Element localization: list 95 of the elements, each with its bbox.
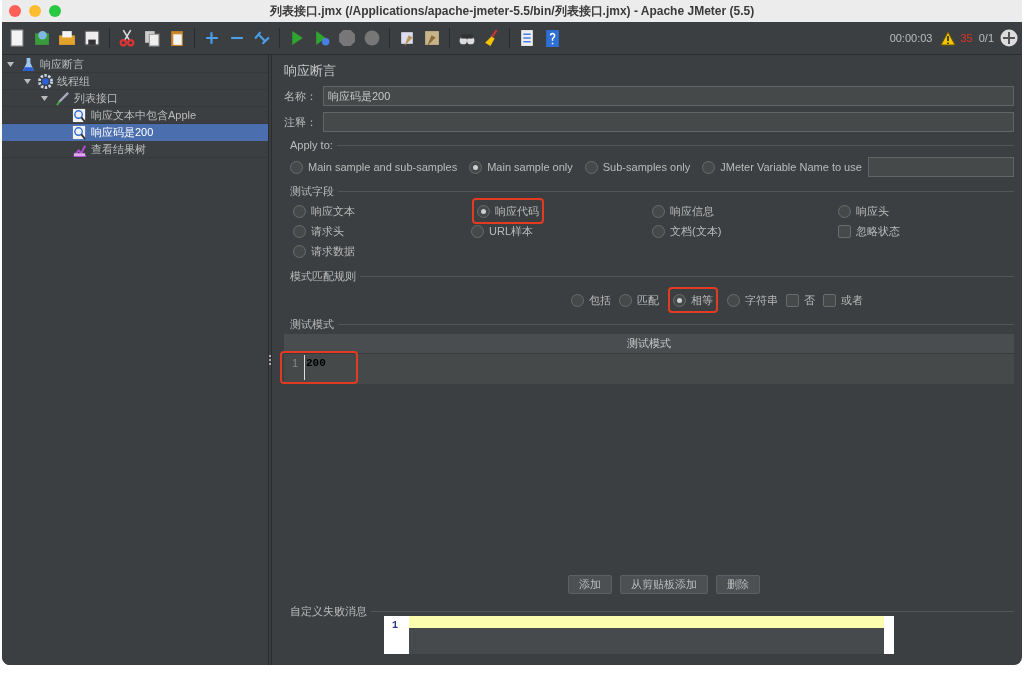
group-title: 自定义失败消息 — [290, 603, 367, 619]
group-title: Apply to: — [290, 137, 333, 153]
stop-icon[interactable] — [338, 29, 356, 47]
flask-icon — [21, 56, 36, 72]
line-number: 1 — [290, 356, 299, 371]
table-action-button[interactable]: 删除 — [716, 575, 760, 594]
option-label: 或者 — [841, 292, 863, 308]
option-label: 文档(文本) — [670, 223, 722, 239]
radio-button[interactable] — [584, 160, 598, 174]
option-label: 响应文本 — [311, 203, 355, 219]
option-label: URL样本 — [489, 223, 533, 239]
radio-button[interactable] — [652, 204, 665, 218]
variable-name-field[interactable] — [867, 157, 1014, 177]
magnifier-icon — [72, 125, 87, 140]
option-label: Main sample only — [487, 159, 573, 175]
templates-icon[interactable] — [33, 29, 51, 47]
tree-label: 响应文本中包含Apple — [91, 107, 197, 123]
option-label: JMeter Variable Name to use — [720, 159, 862, 175]
option-label: 响应信息 — [670, 203, 714, 219]
help-icon[interactable] — [543, 29, 561, 47]
radio-button[interactable] — [727, 293, 740, 307]
tree-item[interactable]: 列表接口 — [2, 90, 268, 107]
group-title: 测试字段 — [290, 183, 334, 199]
option-label: 响应代码 — [495, 203, 539, 219]
play-no-pause-icon[interactable] — [313, 29, 331, 47]
remote-status-icon[interactable] — [1000, 29, 1018, 47]
radio-button[interactable] — [471, 224, 484, 238]
warning-icon[interactable] — [940, 30, 957, 46]
copy-icon[interactable] — [143, 29, 161, 47]
table-action-button[interactable]: 添加 — [568, 575, 612, 594]
tree-label: 线程组 — [57, 73, 90, 89]
radio-button[interactable] — [477, 204, 490, 218]
tree-label: 列表接口 — [74, 90, 118, 106]
checkbox[interactable] — [838, 224, 851, 238]
clear-icon[interactable] — [398, 29, 416, 47]
option-label: 请求头 — [311, 223, 344, 239]
plus-icon[interactable] — [203, 29, 221, 47]
group-title: 模式匹配规则 — [290, 268, 356, 284]
window-title: 列表接口.jmx (/Applications/apache-jmeter-5.5/bin/列表接口.jmx) - Apache JMeter (5.5) — [269, 3, 755, 20]
tree-item[interactable]: 查看结果树 — [2, 141, 268, 158]
name-field[interactable]: 响应码是200 — [323, 86, 1014, 106]
open-folder-icon[interactable] — [58, 29, 76, 47]
radio-button[interactable] — [293, 204, 306, 218]
column-header[interactable]: 测试模式 — [284, 334, 1014, 354]
radio-button[interactable] — [290, 160, 303, 174]
radio-button[interactable] — [702, 160, 716, 174]
comment-field[interactable] — [323, 112, 1014, 132]
group-title: 测试模式 — [290, 316, 334, 332]
tree-item[interactable]: 响应断言 — [2, 56, 268, 73]
save-icon[interactable] — [83, 29, 101, 47]
radio-button[interactable] — [571, 293, 584, 307]
radio-button[interactable] — [619, 293, 632, 307]
magnifier-icon — [72, 107, 87, 123]
option-label: 字符串 — [745, 292, 778, 308]
tree-label: 响应码是200 — [91, 125, 154, 141]
toggle-icon[interactable] — [253, 29, 271, 47]
checkbox[interactable] — [823, 293, 836, 307]
tree-item[interactable]: 线程组 — [2, 73, 268, 90]
checkbox[interactable] — [786, 293, 799, 307]
radio-button[interactable] — [293, 224, 306, 238]
field-label: 名称： — [284, 88, 317, 104]
paste-icon[interactable] — [168, 29, 186, 47]
option-label: Main sample and sub-samples — [308, 159, 458, 175]
elapsed-time: 00:00:03 — [889, 30, 933, 46]
option-label: 匹配 — [637, 292, 659, 308]
list-icon[interactable] — [518, 29, 536, 47]
radio-button[interactable] — [838, 204, 851, 218]
tree-item[interactable]: 响应码是200 — [2, 124, 268, 141]
pipette-icon — [55, 90, 70, 106]
option-label: 请求数据 — [311, 243, 355, 259]
field-label: 注释： — [284, 114, 317, 130]
option-label: 响应头 — [856, 203, 889, 219]
option-label: 否 — [804, 292, 815, 308]
option-label: 包括 — [589, 292, 611, 308]
table-action-button[interactable]: 从剪贴板添加 — [620, 575, 708, 594]
tree-label: 响应断言 — [40, 56, 84, 72]
line-number: 1 — [392, 620, 398, 631]
option-label: Sub-samples only — [602, 159, 691, 175]
thread-count: 0/1 — [978, 30, 994, 46]
panel-title: 响应断言 — [284, 61, 336, 80]
radio-button[interactable] — [652, 224, 665, 238]
radio-button[interactable] — [673, 293, 686, 307]
radio-button[interactable] — [469, 160, 483, 174]
cut-icon[interactable] — [118, 29, 136, 47]
close-button[interactable] — [9, 5, 21, 17]
new-document-icon[interactable] — [8, 29, 26, 47]
tree-label: 查看结果树 — [91, 141, 146, 157]
gear-icon — [38, 73, 53, 89]
option-label: 忽略状态 — [856, 223, 900, 239]
error-count: 35 — [960, 30, 973, 46]
option-label: 相等 — [691, 292, 713, 308]
radio-button[interactable] — [293, 244, 306, 258]
clear-all-icon[interactable] — [423, 29, 441, 47]
shutdown-icon[interactable] — [363, 29, 381, 47]
splitter-handle-icon[interactable] — [269, 355, 271, 365]
